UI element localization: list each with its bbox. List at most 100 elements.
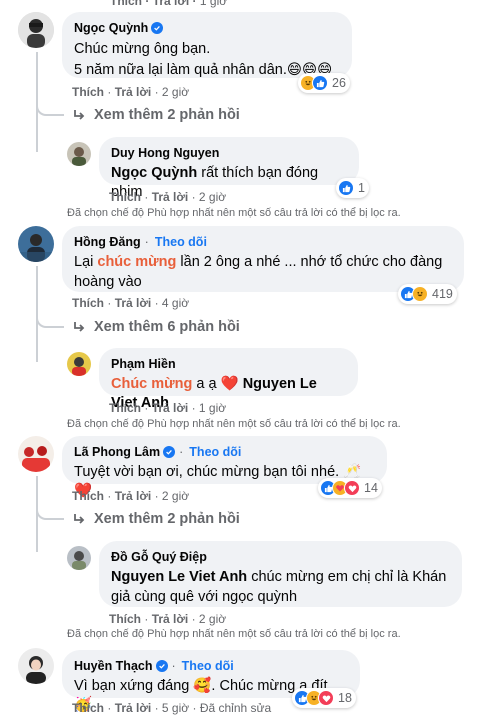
- avatar[interactable]: [18, 12, 54, 48]
- commenter-name[interactable]: Đồ Gỗ Quý Điệp: [111, 549, 207, 565]
- commenter-name[interactable]: Huyền Thạch: [74, 658, 153, 674]
- comment-text: a ạ: [192, 376, 221, 392]
- avatar[interactable]: [18, 648, 54, 684]
- commenter-name[interactable]: Hồng Đăng: [74, 234, 141, 250]
- separator: ·: [191, 401, 196, 415]
- mention-link[interactable]: Ngọc Quỳnh: [111, 165, 197, 181]
- heart-emoji-icon: ❤️: [220, 376, 239, 392]
- timestamp[interactable]: 2 giờ: [199, 190, 226, 204]
- mention-link[interactable]: Nguyen Le Viet Anh: [111, 569, 247, 585]
- comment-bubble: Hồng Đăng · Theo dõi Lại chúc mừng lần 2 ô…: [62, 226, 464, 292]
- timestamp[interactable]: 5 giờ: [162, 701, 189, 715]
- like-reaction-icon: [338, 180, 354, 196]
- timestamp[interactable]: 2 giờ: [162, 489, 189, 503]
- reaction-count: 419: [432, 287, 453, 301]
- reply-bubble: Duy Hong Nguyen Ngọc Quỳnh rất thích bạn…: [99, 137, 359, 200]
- like-link[interactable]: Thích: [72, 701, 104, 715]
- reply-link[interactable]: Trả lời: [152, 612, 189, 626]
- avatar[interactable]: [18, 436, 54, 472]
- separator: ·: [179, 445, 184, 459]
- reaction-summary[interactable]: 18: [292, 688, 356, 708]
- timestamp[interactable]: 4 giờ: [162, 296, 189, 310]
- avatar[interactable]: [67, 546, 91, 570]
- avatar[interactable]: [18, 226, 54, 262]
- verified-badge-icon: [151, 22, 164, 34]
- reply-link[interactable]: Trả lời: [153, 0, 190, 8]
- reply-arrow-icon: [74, 514, 85, 524]
- like-link[interactable]: Thích: [109, 401, 141, 415]
- comment-text: giả cùng quê với ngọc quỳnh: [111, 589, 298, 605]
- smiling-hearts-emoji-icon: 🥰: [193, 678, 212, 694]
- verified-badge-icon: [163, 446, 176, 458]
- separator: ·: [154, 85, 159, 99]
- separator: ·: [144, 235, 149, 249]
- comment-text: Chúc mừng ông bạn.: [74, 41, 211, 57]
- comment-text: lần 2 ông a nhé ... nhớ tổ chức cho đàng: [176, 254, 443, 270]
- like-link[interactable]: Thích: [109, 612, 141, 626]
- verified-badge-icon: [155, 660, 168, 672]
- follow-button[interactable]: Theo dõi: [182, 658, 234, 674]
- reaction-summary[interactable]: 14: [318, 478, 382, 498]
- filter-note: Đã chọn chế độ Phù hợp nhất nên một số c…: [67, 207, 401, 219]
- separator: ·: [144, 190, 149, 204]
- reaction-count: 1: [358, 181, 365, 195]
- follow-button[interactable]: Theo dõi: [189, 444, 241, 460]
- love-reaction-icon: [318, 690, 334, 706]
- thread-connector: [36, 312, 64, 328]
- comment-actions: Thích · Trả lời · 2 giờ: [109, 612, 226, 626]
- comment-text: Vì bạn xứng đáng: [74, 678, 194, 694]
- view-more-replies-link[interactable]: Xem thêm 2 phản hồi: [72, 107, 240, 123]
- like-link[interactable]: Thích: [72, 296, 104, 310]
- view-more-replies-link[interactable]: Xem thêm 2 phản hồi: [72, 511, 240, 527]
- comment-text: chúc mừng em chị chỉ là Khán: [247, 569, 447, 585]
- reaction-count: 18: [338, 691, 352, 705]
- haha-reaction-icon: [412, 286, 428, 302]
- separator: ·: [144, 612, 149, 626]
- comment-actions: Thích · Trả lời · 5 giờ · Đã chỉnh sửa: [72, 701, 271, 715]
- reaction-summary[interactable]: 26: [298, 73, 350, 93]
- comment-actions: Thích · Trả lời · 2 giờ: [109, 190, 226, 204]
- highlighted-keyword[interactable]: chúc mừng: [97, 254, 176, 270]
- timestamp[interactable]: 2 giờ: [199, 612, 226, 626]
- reply-link[interactable]: Trả lời: [115, 296, 152, 310]
- reply-link[interactable]: Trả lời: [115, 701, 152, 715]
- reply-bubble: Đồ Gỗ Quý Điệp Nguyen Le Viet Anh chúc m…: [99, 541, 462, 607]
- reaction-summary[interactable]: 1: [336, 178, 369, 198]
- separator: ·: [191, 612, 196, 626]
- separator: ·: [107, 296, 112, 310]
- thread-connector: [36, 504, 64, 520]
- reply-link[interactable]: Trả lời: [152, 190, 189, 204]
- reply-link[interactable]: Trả lời: [115, 489, 152, 503]
- highlighted-keyword[interactable]: Chúc mừng: [111, 376, 192, 392]
- reply-arrow-icon: [74, 322, 85, 332]
- like-link[interactable]: Thích: [72, 489, 104, 503]
- comment-actions: Thích · Trả lời · 1 giờ: [109, 401, 226, 415]
- separator: ·: [154, 489, 159, 503]
- reply-link[interactable]: Trả lời: [152, 401, 189, 415]
- timestamp[interactable]: 2 giờ: [162, 85, 189, 99]
- commenter-name[interactable]: Duy Hong Nguyen: [111, 145, 219, 161]
- like-link[interactable]: Thích: [110, 0, 142, 8]
- commenter-name[interactable]: Lã Phong Lâm: [74, 444, 160, 460]
- timestamp: 1 giờ: [199, 0, 228, 8]
- thread-connector: [36, 100, 64, 116]
- separator: ·: [107, 489, 112, 503]
- comment-bubble: Ngọc Quỳnh Chúc mừng ông bạn. 5 năm nữa …: [62, 12, 352, 78]
- commenter-name[interactable]: Phạm Hiền: [111, 356, 176, 372]
- follow-button[interactable]: Theo dõi: [155, 234, 207, 250]
- like-link[interactable]: Thích: [72, 85, 104, 99]
- view-more-label: Xem thêm 6 phản hồi: [94, 319, 240, 335]
- reply-link[interactable]: Trả lời: [115, 85, 152, 99]
- avatar[interactable]: [67, 352, 91, 376]
- avatar[interactable]: [67, 142, 91, 166]
- separator: ·: [191, 190, 196, 204]
- reaction-summary[interactable]: 419: [398, 284, 457, 304]
- view-more-replies-link[interactable]: Xem thêm 6 phản hồi: [72, 319, 240, 335]
- comment-text: Lại: [74, 254, 98, 270]
- like-link[interactable]: Thích: [109, 190, 141, 204]
- timestamp[interactable]: 1 giờ: [199, 401, 226, 415]
- comment-actions: Thích · Trả lời · 2 giờ: [72, 489, 189, 503]
- edited-label[interactable]: Đã chỉnh sửa: [200, 701, 271, 715]
- commenter-name[interactable]: Ngọc Quỳnh: [74, 20, 148, 36]
- comment-actions: Thích · Trả lời · 4 giờ: [72, 296, 189, 310]
